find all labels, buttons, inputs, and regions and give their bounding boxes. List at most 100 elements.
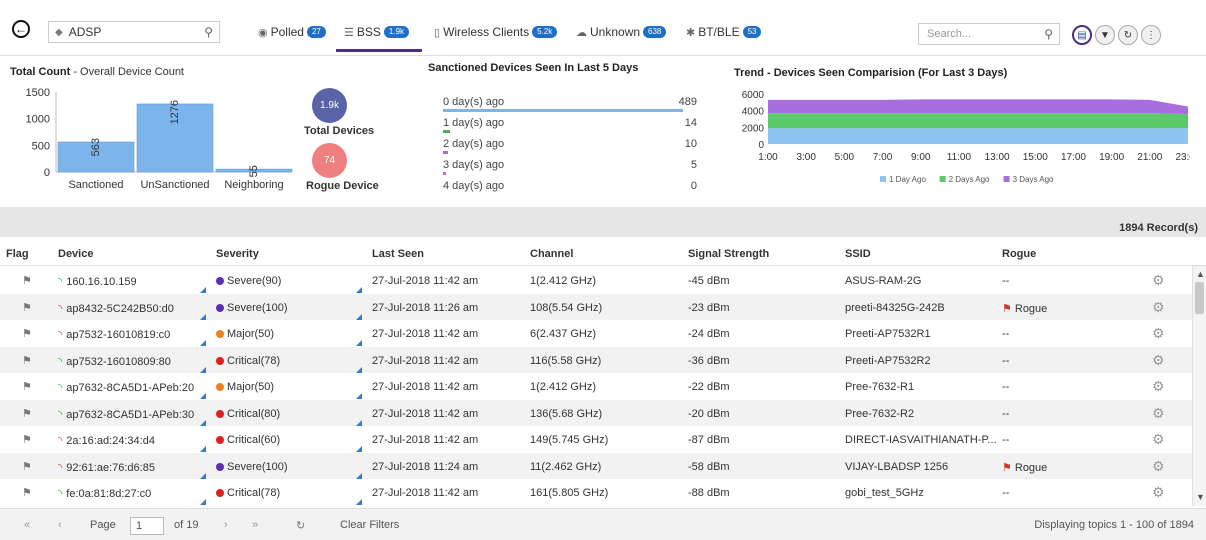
- device-cell[interactable]: ◝ ap7632-8CA5D1-APeb:30: [58, 408, 194, 421]
- scroll-down-icon[interactable]: ▼: [1196, 492, 1205, 502]
- device-name: 2a:16:ad:24:34:d4: [66, 435, 155, 447]
- column-header-rogue[interactable]: Rogue: [1002, 248, 1036, 260]
- gear-icon[interactable]: ⚙: [1152, 378, 1165, 395]
- rogue-cell: --: [1002, 355, 1009, 367]
- cell-corner-marker: [356, 287, 362, 293]
- flag-icon[interactable]: ⚑: [22, 433, 32, 446]
- severity-dot-icon: [216, 383, 224, 391]
- tab-unknown[interactable]: ☁ Unknown 638: [576, 21, 667, 43]
- column-header-device[interactable]: Device: [58, 248, 93, 260]
- last-page-icon[interactable]: »: [252, 519, 258, 531]
- first-page-icon[interactable]: «: [24, 519, 30, 531]
- gear-icon[interactable]: ⚙: [1152, 431, 1165, 448]
- table-row[interactable]: ⚑ ◝ ap7632-8CA5D1-APeb:30 Critical(80) 27-Ju…: [0, 399, 1192, 426]
- gear-icon[interactable]: ⚙: [1152, 405, 1165, 422]
- tab-bss[interactable]: ☰ BSS 1.9k: [344, 21, 410, 43]
- device-cell[interactable]: ◝ ap7532-16010809:80: [58, 355, 171, 368]
- severity-text: Severe(100): [227, 460, 288, 473]
- table-row[interactable]: ⚑ ◝ 92:61:ae:76:d6:85 Severe(100) 27-Jul-201…: [0, 452, 1192, 479]
- app-root: ← ◆ ADSP ⚲ ◉ Polled 27 ☰ BSS 1.9k ▯ Wire…: [0, 0, 1206, 540]
- flag-icon[interactable]: ⚑: [22, 354, 32, 367]
- wifi-signal-icon: ◝: [58, 382, 63, 394]
- cell-corner-marker: [356, 340, 362, 346]
- tab-count-badge: 638: [643, 26, 667, 38]
- rogue-cell: --: [1002, 381, 1009, 393]
- scroll-up-icon[interactable]: ▲: [1196, 269, 1205, 279]
- next-page-icon[interactable]: ›: [224, 519, 228, 531]
- flag-icon[interactable]: ⚑: [22, 301, 32, 314]
- day-value: 489: [678, 96, 697, 108]
- refresh-icon[interactable]: ↻: [1118, 25, 1138, 45]
- site-selector[interactable]: ◆ ADSP ⚲: [48, 21, 220, 43]
- channel-cell: 1(2.412 GHz): [530, 275, 597, 287]
- gear-icon[interactable]: ⚙: [1152, 299, 1165, 316]
- tab-count-badge: 5.2k: [532, 26, 558, 38]
- flag-icon[interactable]: ⚑: [22, 460, 32, 473]
- table-row[interactable]: ⚑ ◝ ap7532-16010819:c0 Major(50) 27-Jul-2018…: [0, 320, 1192, 346]
- gear-icon[interactable]: ⚙: [1152, 352, 1165, 369]
- column-header-flag[interactable]: Flag: [6, 248, 29, 260]
- flag-icon[interactable]: ⚑: [22, 327, 32, 340]
- severity-text: Critical(78): [227, 354, 281, 367]
- table-row[interactable]: ⚑ ◝ 2a:16:ad:24:34:d4 Critical(60) 27-Jul-20…: [0, 426, 1192, 452]
- x-tick-label: UnSanctioned: [140, 179, 209, 191]
- more-options-icon[interactable]: ⋮: [1141, 25, 1161, 45]
- total-count-bar-chart: 1500 1000 500 0 563 Sanctioned 1276 UnSanctione…: [26, 87, 293, 191]
- table-row[interactable]: ⚑ ◝ ap8432-5C242B50:d0 Severe(100) 27-Jul-20…: [0, 293, 1192, 320]
- signal-strength-cell: -24 dBm: [688, 328, 730, 340]
- tab-label: Polled: [270, 25, 304, 39]
- device-cell[interactable]: ◝ ap7532-16010819:c0: [58, 328, 170, 341]
- page-number-input[interactable]: 1: [130, 517, 164, 535]
- table-row[interactable]: ⚑ ◝ 160.16.10.159 Severe(90) 27-Jul-2018 11:…: [0, 267, 1192, 293]
- search-input[interactable]: Search... ⚲: [918, 23, 1060, 45]
- column-header-ssid[interactable]: SSID: [845, 248, 871, 260]
- flag-icon[interactable]: ⚑: [22, 407, 32, 420]
- tab-polled[interactable]: ◉ Polled 27: [258, 21, 326, 43]
- back-arrow-icon[interactable]: ←: [12, 20, 30, 38]
- flag-icon[interactable]: ⚑: [22, 380, 32, 393]
- device-cell[interactable]: ◝ 2a:16:ad:24:34:d4: [58, 434, 155, 447]
- search-icon[interactable]: ⚲: [204, 25, 213, 39]
- flag-icon[interactable]: ⚑: [22, 486, 32, 499]
- chart-view-icon[interactable]: ▤: [1072, 25, 1092, 45]
- wifi-signal-icon: ◝: [58, 329, 63, 341]
- channel-cell: 161(5.805 GHz): [530, 487, 609, 499]
- gear-icon[interactable]: ⚙: [1152, 484, 1165, 501]
- scroll-thumb[interactable]: [1195, 282, 1204, 314]
- filter-icon[interactable]: ▼: [1095, 25, 1115, 45]
- gear-icon[interactable]: ⚙: [1152, 272, 1165, 289]
- table-row[interactable]: ⚑ ◝ ap7532-16010809:80 Critical(78) 27-Jul-2…: [0, 346, 1192, 373]
- rogue-text: --: [1002, 487, 1010, 499]
- table-row[interactable]: ⚑ ◝ ap7632-8CA5D1-APeb:20 Major(50) 27-Jul-2…: [0, 373, 1192, 399]
- total-devices-circle: 1.9k: [312, 88, 347, 123]
- flag-icon[interactable]: ⚑: [22, 274, 32, 287]
- refresh-icon[interactable]: ↻: [296, 519, 305, 532]
- y-tick-label: 0: [758, 140, 764, 151]
- column-header-last-seen[interactable]: Last Seen: [372, 248, 424, 260]
- previous-page-icon[interactable]: ‹: [58, 519, 62, 531]
- column-header-severity[interactable]: Severity: [216, 248, 259, 260]
- x-tick-label: 7:00: [873, 152, 893, 163]
- tab-bt-ble[interactable]: ✱ BT/BLE 53: [686, 21, 762, 43]
- tab-wireless-clients[interactable]: ▯ Wireless Clients 5.2k: [434, 21, 558, 43]
- gear-icon[interactable]: ⚙: [1152, 458, 1165, 475]
- y-tick-label: 0: [44, 167, 50, 179]
- channel-cell: 11(2.462 GHz): [530, 460, 602, 473]
- device-cell[interactable]: ◝ 92:61:ae:76:d6:85: [58, 461, 155, 474]
- severity-dot-icon: [216, 277, 224, 285]
- search-icon[interactable]: ⚲: [1044, 27, 1053, 41]
- clear-filters-button[interactable]: Clear Filters: [340, 519, 399, 531]
- device-cell[interactable]: ◝ ap7632-8CA5D1-APeb:20: [58, 381, 194, 394]
- vertical-scrollbar[interactable]: ▲ ▼: [1192, 266, 1206, 506]
- device-cell[interactable]: ◝ 160.16.10.159: [58, 275, 137, 288]
- column-header-signal-strength[interactable]: Signal Strength: [688, 248, 769, 260]
- column-header-channel[interactable]: Channel: [530, 248, 573, 260]
- table-row[interactable]: ⚑ ◝ fe:0a:81:8d:27:c0 Critical(78) 27-Jul-20…: [0, 479, 1192, 505]
- rogue-device-circle: 74: [312, 143, 347, 178]
- device-cell[interactable]: ◝ ap8432-5C242B50:d0: [58, 302, 174, 315]
- gear-icon[interactable]: ⚙: [1152, 325, 1165, 342]
- device-cell[interactable]: ◝ fe:0a:81:8d:27:c0: [58, 487, 151, 500]
- page-count-label: of 19: [174, 519, 199, 531]
- displaying-topics-text: Displaying topics 1 - 100 of 1894: [1034, 519, 1194, 531]
- device-name: ap7532-16010809:80: [66, 355, 171, 368]
